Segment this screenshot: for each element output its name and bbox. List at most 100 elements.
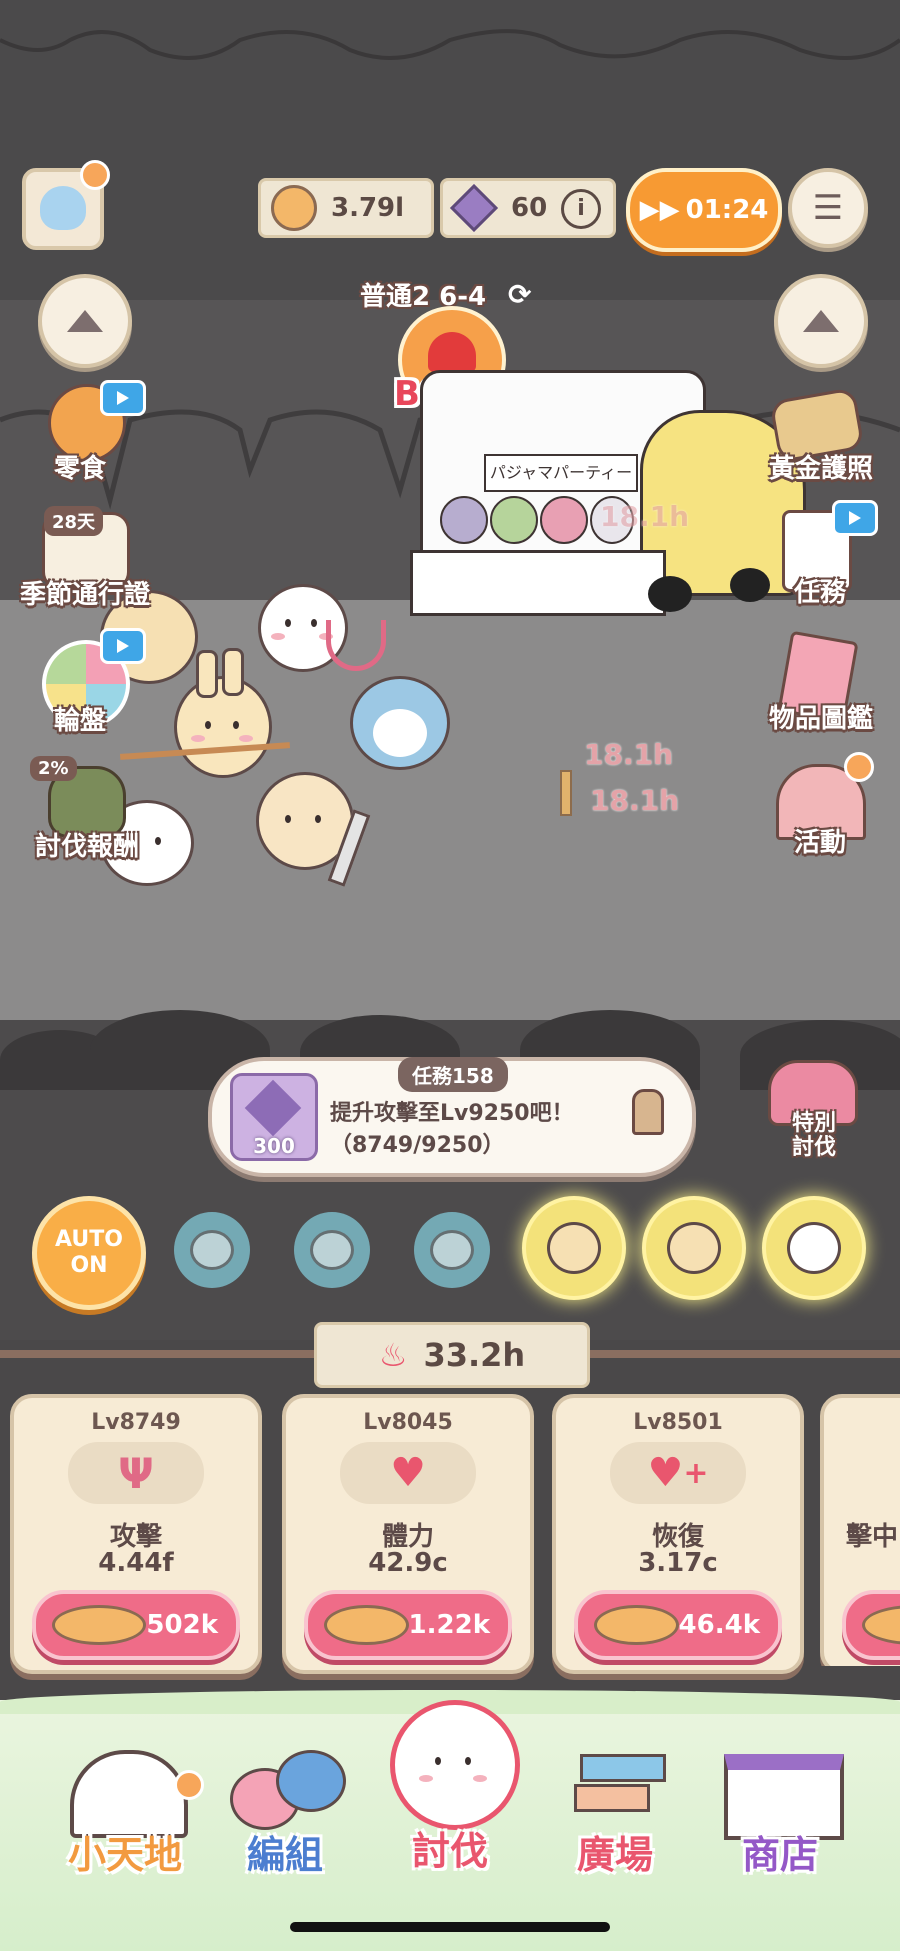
coin-icon [324, 1605, 409, 1645]
arrow-up-icon [67, 310, 103, 332]
gem-amount: 60 [511, 193, 548, 223]
fast-forward-icon: ▶▶ [639, 195, 680, 225]
team-icon [276, 1750, 346, 1812]
character-hachiware [350, 676, 450, 770]
home-indicator [290, 1922, 610, 1932]
fast-forward-timer-button[interactable]: ▶▶ 01:24 [626, 168, 782, 252]
nav-label: 編組 [246, 1833, 323, 1877]
truck-counter [410, 550, 666, 616]
party-slot-usagi[interactable] [522, 1196, 626, 1300]
usagi-ear [196, 650, 218, 698]
upgrade-buy-button[interactable]: 502k [32, 1590, 240, 1660]
special-hunt-label[interactable]: 特別 討伐 [764, 1112, 864, 1160]
coin-icon [594, 1605, 679, 1645]
enemy-pink [540, 496, 588, 544]
retry-stage-icon[interactable]: ⟳ [508, 278, 531, 311]
siren-icon [428, 332, 476, 372]
menu-button[interactable]: ☰ [788, 168, 868, 248]
upgrade-value: 3.17c [638, 1548, 718, 1578]
timer-text: 01:24 [685, 195, 769, 225]
upgrade-card-hp: Lv8045 ♥ 體力 42.9c 1.22k [282, 1394, 534, 1674]
auto-toggle-button[interactable]: AUTO ON [32, 1196, 146, 1310]
menu-item-catalog[interactable]: 物品圖鑑 [756, 698, 886, 735]
quest-tag: 任務158 [398, 1057, 508, 1092]
upgrade-value: 4.44f [98, 1548, 174, 1578]
gem-reward-icon: 300 [230, 1073, 318, 1161]
info-icon[interactable]: i [561, 189, 601, 229]
quest-progress: （8749/9250） [330, 1133, 505, 1158]
coin-icon [271, 185, 317, 231]
gem-icon [449, 183, 499, 233]
hunt-icon [390, 1700, 520, 1830]
auto-label: AUTO [55, 1227, 123, 1252]
truck-wheel [730, 568, 770, 602]
quest-banner[interactable]: 300 任務158 提升攻擊至Lv9250吧！ （8749/9250） [208, 1057, 696, 1177]
profile-avatar-button[interactable] [22, 160, 110, 250]
party-slot-kurimanju[interactable] [642, 1196, 746, 1300]
season-pass-badge: 28天 [44, 506, 104, 536]
party-slot-chiikawa[interactable] [294, 1212, 370, 1288]
signpost-icon [580, 1754, 666, 1782]
nav-shop[interactable]: 商店 [700, 1740, 860, 1890]
collapse-left-button[interactable] [38, 274, 132, 368]
bell-icon [632, 1089, 664, 1135]
coin-amount: 3.79l [331, 193, 405, 223]
menu-gold-pass[interactable]: 黃金護照 [756, 448, 886, 485]
nav-plaza[interactable]: 廣場 [540, 1740, 690, 1890]
upgrade-buy-button[interactable] [842, 1590, 900, 1660]
usagi-ear [222, 648, 244, 696]
coin-counter: 3.79l [258, 178, 434, 238]
quest-text: 提升攻擊至Lv9250吧！ [330, 1101, 574, 1126]
arrow-up-icon [803, 310, 839, 332]
notification-dot [174, 1770, 204, 1800]
flame-icon: ♨ [378, 1336, 408, 1374]
enemy-purple [440, 496, 488, 544]
reward-amount: 300 [253, 1134, 295, 1158]
party-slot-shisa[interactable] [414, 1212, 490, 1288]
signpost-icon [574, 1784, 650, 1812]
menu-mission[interactable]: 任務 [770, 572, 870, 609]
upgrade-cost: 1.22k [408, 1610, 490, 1640]
upgrade-card-partial-clip: 擊中 [820, 1394, 900, 1666]
upgrade-level: Lv8749 [91, 1410, 181, 1435]
upgrade-cost: 46.4k [678, 1610, 760, 1640]
reward-progress-badge: 2% [30, 756, 77, 781]
notification-dot [80, 160, 110, 190]
cat-avatar-icon [40, 186, 86, 230]
video-ad-icon [100, 628, 146, 664]
party-slot-momonga[interactable] [762, 1196, 866, 1300]
video-ad-icon [832, 500, 878, 536]
heart-icon: ♥ [340, 1442, 476, 1504]
enemy-green [490, 496, 538, 544]
heart-plus-icon: ♥ + [610, 1442, 746, 1504]
menu-roulette[interactable]: 輪盤 [20, 700, 140, 737]
upgrade-name: 擊中 [846, 1522, 899, 1552]
nav-my-space[interactable]: 小天地 [50, 1740, 204, 1890]
menu-hunt-reward[interactable]: 討伐報酬 [12, 826, 162, 863]
total-time-banner: ♨ 33.2h [314, 1322, 590, 1388]
upgrade-level: Lv8045 [363, 1410, 453, 1435]
upgrade-value: 42.9c [368, 1548, 448, 1578]
list-menu-icon: ☰ [812, 188, 844, 228]
damage-popup: 18.1h [590, 784, 680, 817]
upgrade-buy-button[interactable]: 1.22k [304, 1590, 512, 1660]
menu-season-pass[interactable]: 季節通行證 [10, 574, 160, 611]
auto-state: ON [70, 1253, 108, 1278]
nav-hunt[interactable]: 討伐 [360, 1680, 540, 1890]
target-stake [560, 770, 572, 816]
gem-counter: 60 i [440, 178, 616, 238]
coin-icon [52, 1605, 147, 1645]
damage-popup: 18.1h [584, 738, 674, 771]
video-ad-icon [100, 380, 146, 416]
upgrade-buy-button[interactable]: 46.4k [574, 1590, 782, 1660]
nav-team[interactable]: 編組 [210, 1740, 360, 1890]
upgrade-cost: 502k [146, 1610, 218, 1640]
nav-label: 討伐 [411, 1829, 488, 1873]
collapse-right-button[interactable] [774, 274, 868, 368]
upgrade-level: Lv8501 [633, 1410, 723, 1435]
upgrade-card-recovery: Lv8501 ♥ + 恢復 3.17c 46.4k [552, 1394, 804, 1674]
menu-snack[interactable]: 零食 [20, 448, 140, 485]
party-slot-hachiware[interactable] [174, 1212, 250, 1288]
nav-label: 商店 [741, 1833, 818, 1877]
menu-event[interactable]: 活動 [770, 822, 870, 859]
